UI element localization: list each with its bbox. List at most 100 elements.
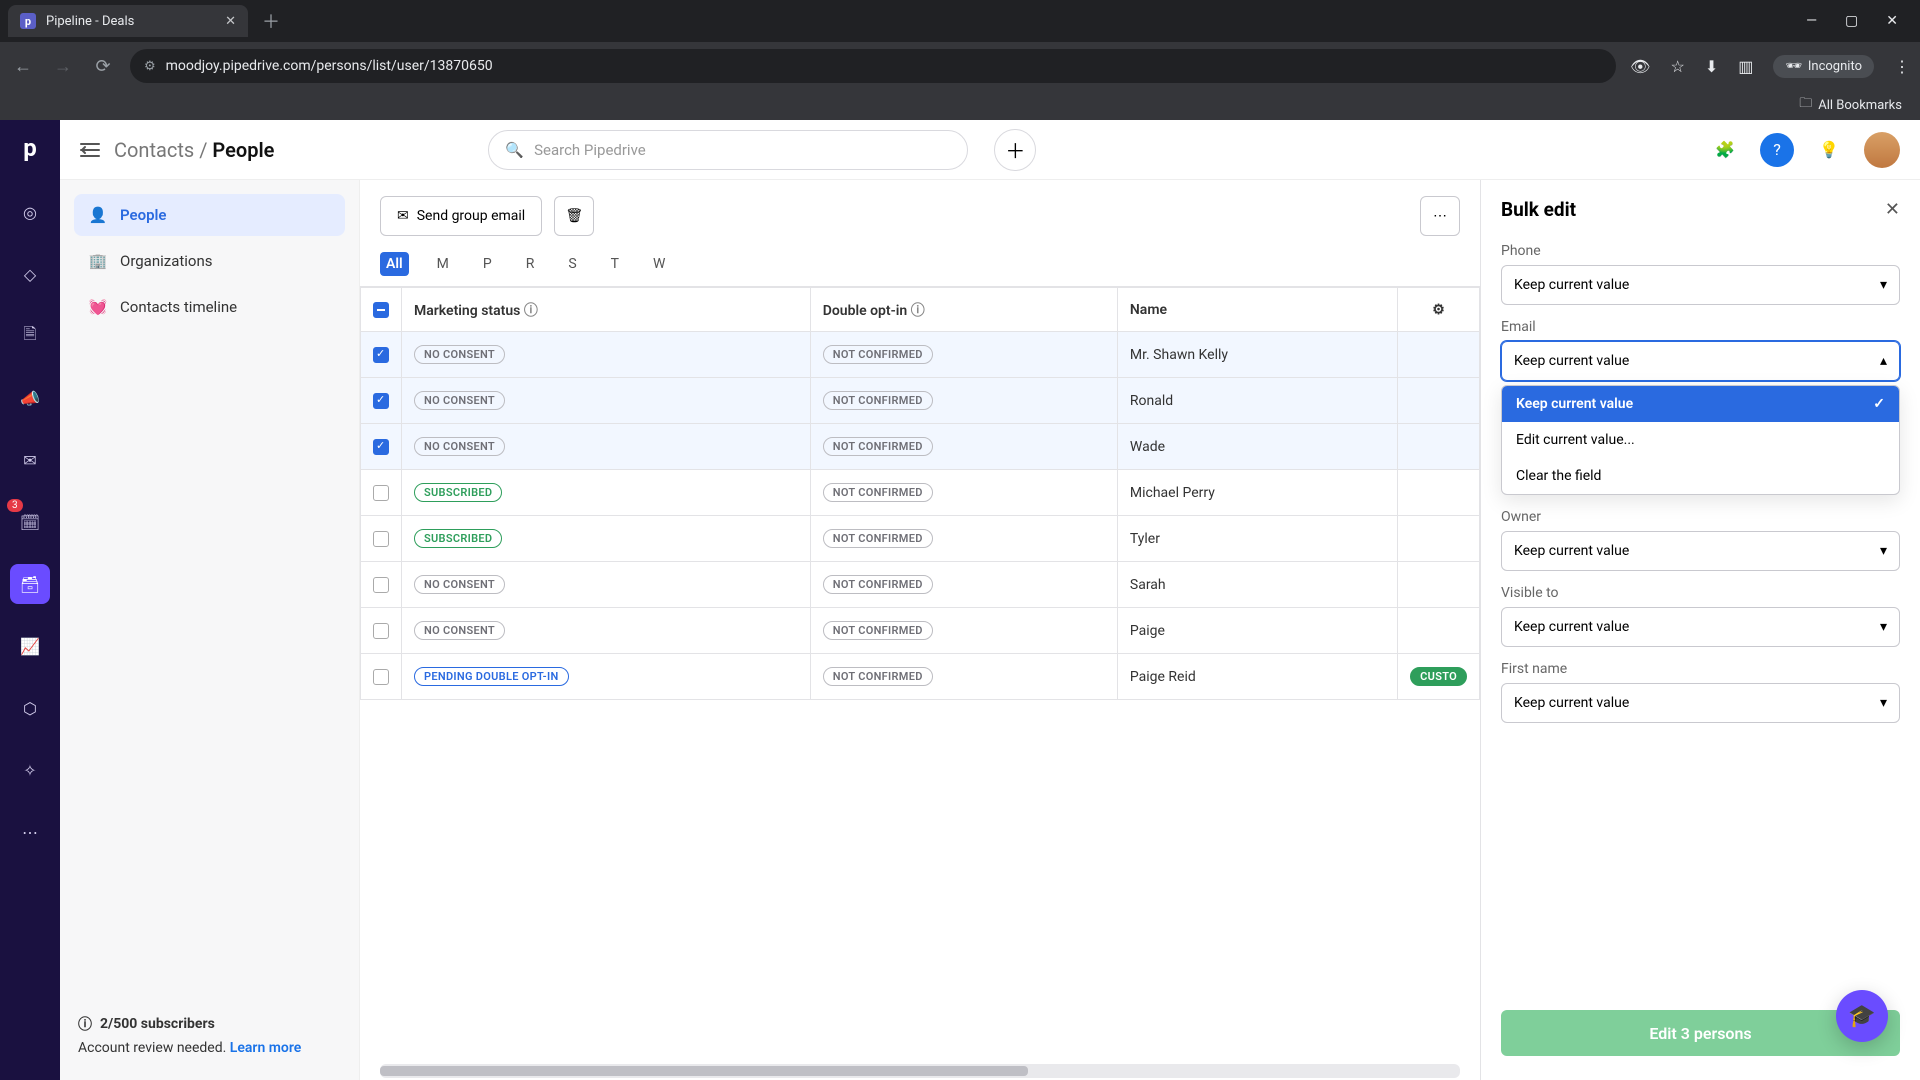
filter-letter[interactable]: M xyxy=(431,252,455,276)
rail-item-projects[interactable]: 🗎 xyxy=(10,316,50,356)
rail-item-products[interactable]: ⬡ xyxy=(10,688,50,728)
table-row[interactable]: NO CONSENTNOT CONFIRMEDSarah xyxy=(361,562,1480,608)
col-double-optin[interactable]: Double opt-in ⓘ xyxy=(810,288,1117,332)
name-cell[interactable]: Mr. Shawn Kelly xyxy=(1117,332,1397,378)
table-row[interactable]: NO CONSENTNOT CONFIRMEDRonald xyxy=(361,378,1480,424)
add-button[interactable]: ＋ xyxy=(994,129,1036,171)
rail-item-activities[interactable]: 3🗓 xyxy=(10,502,50,542)
browser-menu-icon[interactable]: ⋮ xyxy=(1894,57,1910,76)
filter-letter[interactable]: P xyxy=(477,252,498,276)
name-cell[interactable]: Tyler xyxy=(1117,516,1397,562)
downloads-icon[interactable]: ⬇ xyxy=(1705,57,1718,76)
optin-badge: NOT CONFIRMED xyxy=(823,575,933,594)
table-row[interactable]: SUBSCRIBEDNOT CONFIRMEDTyler xyxy=(361,516,1480,562)
firstname-select[interactable]: Keep current value ▾ xyxy=(1501,683,1900,723)
dropdown-option-keep[interactable]: Keep current value ✓ xyxy=(1502,386,1899,422)
table-row[interactable]: NO CONSENTNOT CONFIRMEDWade xyxy=(361,424,1480,470)
phone-select[interactable]: Keep current value ▾ xyxy=(1501,265,1900,305)
app-logo[interactable]: p xyxy=(23,134,37,162)
minimize-icon[interactable]: — xyxy=(1806,13,1817,29)
breadcrumb-parent[interactable]: Contacts xyxy=(114,138,194,162)
send-group-email-button[interactable]: ✉ Send group email xyxy=(380,196,542,236)
url-input[interactable]: ⚙ moodjoy.pipedrive.com/persons/list/use… xyxy=(130,49,1616,83)
rail-item-insights[interactable]: 📈 xyxy=(10,626,50,666)
col-settings[interactable]: ⚙ xyxy=(1398,288,1480,332)
info-icon[interactable]: ⓘ xyxy=(911,303,925,319)
horizontal-scrollbar[interactable] xyxy=(380,1064,1460,1078)
close-window-icon[interactable]: ✕ xyxy=(1886,13,1898,29)
info-icon[interactable]: ⓘ xyxy=(524,303,538,319)
email-select[interactable]: Keep current value ▴ xyxy=(1501,341,1900,381)
help-icon[interactable]: ? xyxy=(1760,133,1794,167)
name-cell[interactable]: Paige Reid xyxy=(1117,654,1397,700)
visibleto-select[interactable]: Keep current value ▾ xyxy=(1501,607,1900,647)
dropdown-option-clear[interactable]: Clear the field xyxy=(1502,458,1899,494)
table-row[interactable]: SUBSCRIBEDNOT CONFIRMEDMichael Perry xyxy=(361,470,1480,516)
status-badge: SUBSCRIBED xyxy=(414,529,502,548)
sidebar-item-people[interactable]: 👤 People xyxy=(74,194,345,236)
row-checkbox[interactable] xyxy=(373,439,389,455)
table-wrap[interactable]: Marketing status ⓘ Double opt-in ⓘ Name … xyxy=(360,286,1480,1064)
rail-item-deals[interactable]: ◇ xyxy=(10,254,50,294)
row-checkbox[interactable] xyxy=(373,485,389,501)
table-row[interactable]: NO CONSENTNOT CONFIRMEDMr. Shawn Kelly xyxy=(361,332,1480,378)
alert-link[interactable]: Learn more xyxy=(230,1040,301,1056)
row-checkbox[interactable] xyxy=(373,623,389,639)
name-cell[interactable]: Ronald xyxy=(1117,378,1397,424)
chevron-down-icon: ▾ xyxy=(1880,695,1887,711)
row-checkbox[interactable] xyxy=(373,669,389,685)
filter-letter[interactable]: R xyxy=(520,252,541,276)
name-cell[interactable]: Wade xyxy=(1117,424,1397,470)
back-icon[interactable]: ← xyxy=(10,56,36,77)
row-checkbox[interactable] xyxy=(373,577,389,593)
select-all-checkbox[interactable] xyxy=(373,302,389,318)
owner-select[interactable]: Keep current value ▾ xyxy=(1501,531,1900,571)
more-options-button[interactable]: ⋯ xyxy=(1420,196,1460,236)
rail-item-more[interactable]: ⋯ xyxy=(10,812,50,852)
name-cell[interactable]: Sarah xyxy=(1117,562,1397,608)
close-tab-icon[interactable]: ✕ xyxy=(225,14,236,29)
col-name[interactable]: Name xyxy=(1117,288,1397,332)
sidebar-item-contacts-timeline[interactable]: 💓 Contacts timeline xyxy=(74,286,345,328)
extensions-icon[interactable]: 🧩 xyxy=(1708,133,1742,167)
table-row[interactable]: NO CONSENTNOT CONFIRMEDPaige xyxy=(361,608,1480,654)
browser-tab[interactable]: p Pipeline - Deals ✕ xyxy=(8,5,248,37)
forward-icon[interactable]: → xyxy=(50,56,76,77)
delete-button[interactable]: 🗑 xyxy=(554,196,594,236)
rail-item-mail[interactable]: ✉ xyxy=(10,440,50,480)
collapse-sidebar-icon[interactable] xyxy=(80,141,100,159)
row-checkbox[interactable] xyxy=(373,347,389,363)
filter-letter[interactable]: S xyxy=(562,252,582,276)
bookmark-star-icon[interactable]: ☆ xyxy=(1670,57,1684,76)
reload-icon[interactable]: ⟳ xyxy=(90,56,116,77)
scrollbar-thumb[interactable] xyxy=(380,1066,1028,1076)
close-panel-icon[interactable]: ✕ xyxy=(1885,199,1900,220)
name-cell[interactable]: Michael Perry xyxy=(1117,470,1397,516)
dropdown-option-edit[interactable]: Edit current value... xyxy=(1502,422,1899,458)
rail-item-leads[interactable]: ◎ xyxy=(10,192,50,232)
table-row[interactable]: PENDING DOUBLE OPT-INNOT CONFIRMEDPaige … xyxy=(361,654,1480,700)
incognito-chip[interactable]: 🕶 Incognito xyxy=(1773,55,1874,78)
maximize-icon[interactable]: ▢ xyxy=(1845,13,1858,29)
col-marketing-status[interactable]: Marketing status ⓘ xyxy=(402,288,811,332)
rail-item-campaigns[interactable]: 📣 xyxy=(10,378,50,418)
tips-icon[interactable]: 💡 xyxy=(1812,133,1846,167)
side-panel-icon[interactable]: ▥ xyxy=(1738,57,1753,76)
avatar[interactable] xyxy=(1864,132,1900,168)
optin-badge: NOT CONFIRMED xyxy=(823,667,933,686)
rail-item-contacts[interactable]: 🗃 xyxy=(10,564,50,604)
row-checkbox[interactable] xyxy=(373,531,389,547)
academy-fab[interactable]: 🎓 xyxy=(1836,990,1888,1042)
site-settings-icon[interactable]: ⚙ xyxy=(144,59,156,74)
filter-letter[interactable]: T xyxy=(605,252,625,276)
all-bookmarks-link[interactable]: All Bookmarks xyxy=(1818,98,1902,113)
sidebar-item-organizations[interactable]: 🏢 Organizations xyxy=(74,240,345,282)
filter-letter[interactable]: All xyxy=(380,252,409,276)
rail-item-marketplace[interactable]: ✧ xyxy=(10,750,50,790)
name-cell[interactable]: Paige xyxy=(1117,608,1397,654)
tracking-icon[interactable]: 👁 xyxy=(1630,57,1650,76)
filter-letter[interactable]: W xyxy=(647,252,671,276)
new-tab-button[interactable]: ＋ xyxy=(254,4,288,38)
row-checkbox[interactable] xyxy=(373,393,389,409)
search-input[interactable]: 🔍 Search Pipedrive xyxy=(488,130,968,170)
